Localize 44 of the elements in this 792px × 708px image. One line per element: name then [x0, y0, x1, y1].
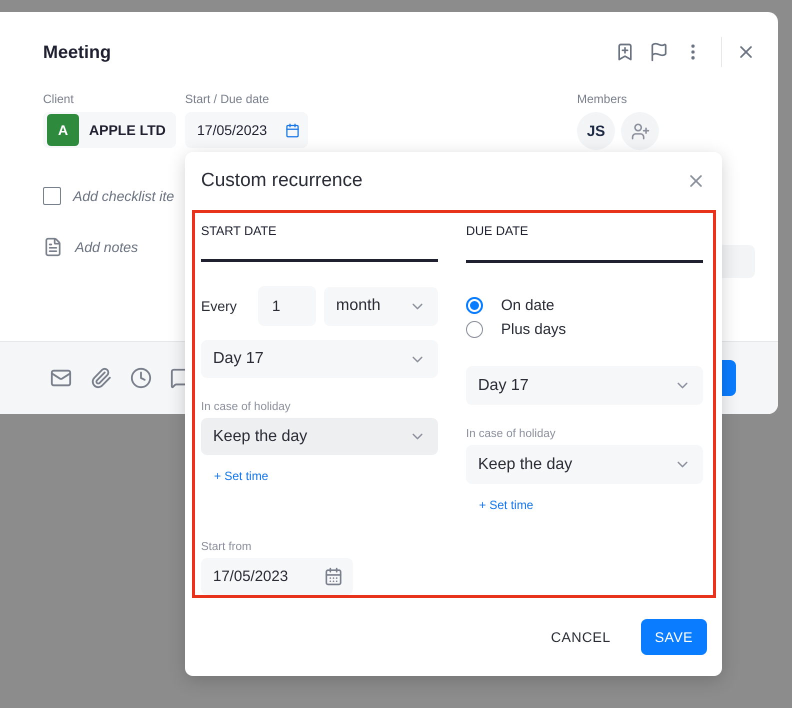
option-label: On date — [501, 296, 554, 314]
dialog-title: Meeting — [43, 42, 112, 62]
date-value: 17/05/2023 — [213, 568, 288, 586]
radio-option[interactable]: On date — [466, 293, 703, 317]
checklist-hint[interactable]: Add checklist ite — [73, 188, 174, 204]
popover-title: Custom recurrence — [201, 170, 364, 192]
client-field[interactable]: A APPLE LTD — [43, 112, 176, 148]
add-member-icon[interactable] — [621, 112, 659, 150]
paperclip-icon[interactable] — [90, 367, 112, 389]
client-name: APPLE LTD — [89, 122, 166, 138]
calendar-icon — [285, 122, 300, 138]
radio-option[interactable]: Plus days — [466, 317, 703, 341]
date-field[interactable]: 17/05/2023 — [185, 112, 308, 148]
checkbox[interactable] — [43, 187, 61, 205]
unit-select[interactable]: month — [324, 286, 438, 326]
document-icon — [43, 237, 63, 257]
interval-field[interactable]: 1 — [258, 286, 316, 326]
section-heading: START DATE — [201, 224, 278, 238]
option-label: Plus days — [501, 320, 566, 338]
set-time-link[interactable]: + Set time — [214, 469, 268, 484]
day-select[interactable]: Day 17 — [201, 340, 438, 378]
field-label: Start from — [201, 541, 252, 554]
date-value: 17/05/2023 — [197, 122, 268, 138]
field-label: In case of holiday — [466, 428, 557, 440]
holiday-select[interactable]: Keep the day — [201, 418, 438, 456]
calendar-icon — [324, 567, 343, 586]
field-label: Client — [43, 92, 75, 106]
save-button[interactable]: SAVE — [640, 619, 707, 655]
field-label: In case of holiday — [201, 400, 292, 413]
set-time-link[interactable]: + Set time — [479, 498, 534, 512]
mail-icon[interactable] — [50, 367, 72, 389]
cancel-button[interactable]: CANCEL — [536, 619, 625, 655]
client-avatar: A — [47, 114, 79, 146]
day-select[interactable]: Day 17 — [466, 366, 703, 405]
member-avatar[interactable]: JS — [577, 112, 615, 150]
section-heading: DUE DATE — [466, 224, 530, 239]
every-label: Every — [201, 298, 238, 314]
field-label: Start / Due date — [185, 92, 270, 106]
notes-hint[interactable]: Add notes — [75, 239, 138, 255]
start-from-field[interactable]: 17/05/2023 — [201, 558, 353, 595]
holiday-select[interactable]: Keep the day — [466, 445, 703, 484]
field-label: Members — [577, 92, 628, 106]
flag-icon[interactable] — [649, 42, 669, 62]
clock-icon[interactable] — [130, 367, 152, 389]
